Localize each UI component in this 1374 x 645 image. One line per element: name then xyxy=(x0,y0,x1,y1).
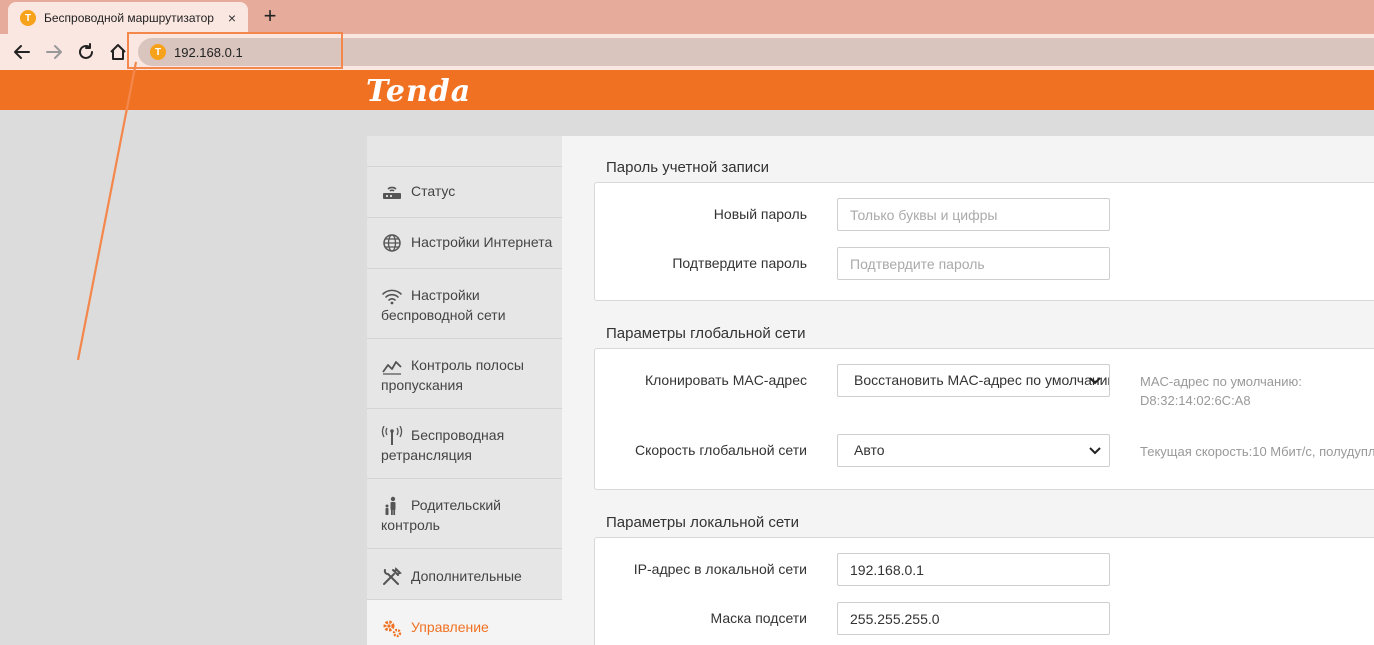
arrow-right-icon xyxy=(46,45,62,59)
subnet-mask-label: Маска подсети xyxy=(710,610,808,626)
arrow-left-icon xyxy=(14,45,30,59)
chevron-down-icon xyxy=(1089,377,1101,385)
chart-line-icon xyxy=(382,361,402,375)
sidebar-item-label: Управление xyxy=(411,619,489,635)
sidebar-item-label: Дополнительные xyxy=(411,568,522,584)
sidebar-item-label-line2: ретрансляция xyxy=(381,447,472,464)
sidebar-item-label-line2: контроль xyxy=(381,517,440,534)
wan-speed-select[interactable]: Авто xyxy=(837,434,1110,467)
confirm-password-label: Подтвердите пароль xyxy=(672,255,807,271)
browser-tabstrip: T Беспроводной маршрутизатор × + xyxy=(0,0,1374,34)
browser-tab[interactable]: T Беспроводной маршрутизатор × xyxy=(8,2,248,34)
tenda-favicon-icon: T xyxy=(20,10,36,26)
tenda-header: Tenda xyxy=(0,70,1374,110)
parent-child-icon xyxy=(385,497,396,516)
sidebar-item-internet[interactable]: Настройки Интернета xyxy=(367,217,562,268)
clone-mac-label: Клонировать MAC-адрес xyxy=(644,372,807,388)
sidebar-item-label-line1: Беспроводная xyxy=(411,427,505,443)
sidebar-item-wireless[interactable]: Настройки беспроводной сети xyxy=(367,268,562,338)
sidebar-item-advanced[interactable]: Дополнительные xyxy=(367,548,562,599)
sidebar-item-status[interactable]: Статус xyxy=(367,166,562,217)
reload-button[interactable] xyxy=(74,40,98,64)
clone-mac-select[interactable]: Восстановить MAC-адрес по умолчанию xyxy=(837,364,1110,397)
reload-icon xyxy=(79,43,93,59)
router-icon xyxy=(383,187,401,200)
gears-icon xyxy=(383,620,402,638)
mac-hint-label: MAC-адрес по умолчанию: xyxy=(1140,374,1302,389)
sidebar-item-label: Статус xyxy=(411,183,456,199)
new-tab-button[interactable]: + xyxy=(258,5,282,29)
wan-speed-label: Скорость глобальной сети xyxy=(635,442,807,458)
new-password-label: Новый пароль xyxy=(713,206,807,222)
sidebar-item-bandwidth[interactable]: Контроль полосы пропускания xyxy=(367,338,562,408)
sidebar-item-management[interactable]: Управление xyxy=(367,599,562,645)
wan-section-title: Параметры глобальной сети xyxy=(606,325,806,342)
lan-ip-input[interactable] xyxy=(837,553,1110,586)
subnet-mask-input[interactable] xyxy=(837,602,1110,635)
home-icon xyxy=(110,44,126,60)
sidebar-item-label-line1: Контроль полосы xyxy=(411,357,524,373)
tab-close-icon[interactable]: × xyxy=(224,10,240,26)
sidebar-item-repeater[interactable]: Беспроводная ретрансляция xyxy=(367,408,562,478)
mac-hint: MAC-адрес по умолчанию: D8:32:14:02:6C:A… xyxy=(1140,372,1302,410)
back-button[interactable] xyxy=(10,40,34,64)
sidebar-item-label: Настройки Интернета xyxy=(411,234,553,250)
tenda-logo: Tenda xyxy=(366,74,472,109)
wifi-icon xyxy=(382,289,402,305)
forward-button[interactable] xyxy=(42,40,66,64)
sidebar-item-label-line1: Родительский xyxy=(411,497,501,513)
globe-icon xyxy=(383,234,401,253)
sidebar-menu: Статус Настройки Интернета Настройки бес… xyxy=(367,136,562,645)
account-section-title: Пароль учетной записи xyxy=(606,159,770,176)
lan-section-title: Параметры локальной сети xyxy=(606,514,799,531)
url-highlight-box xyxy=(127,32,343,69)
tools-icon xyxy=(383,567,402,586)
antenna-icon xyxy=(381,426,403,446)
sidebar-item-label-line2: пропускания xyxy=(381,377,463,394)
sidebar-item-label-line2: беспроводной сети xyxy=(381,307,506,324)
wan-speed-value: Авто xyxy=(854,442,885,458)
lan-ip-label: IP-адрес в локальной сети xyxy=(633,561,807,577)
chevron-down-icon xyxy=(1089,447,1101,455)
clone-mac-value: Восстановить MAC-адрес по умолчанию xyxy=(854,372,1110,388)
sidebar-item-parental[interactable]: Родительский контроль xyxy=(367,478,562,548)
mac-hint-value: D8:32:14:02:6C:A8 xyxy=(1140,393,1251,408)
tab-title: Беспроводной маршрутизатор xyxy=(44,11,214,25)
sidebar-item-label-line1: Настройки xyxy=(411,287,480,303)
new-password-input[interactable] xyxy=(837,198,1110,231)
confirm-password-input[interactable] xyxy=(837,247,1110,280)
speed-hint: Текущая скорость:10 Мбит/с, полудуплекс xyxy=(1140,444,1374,459)
